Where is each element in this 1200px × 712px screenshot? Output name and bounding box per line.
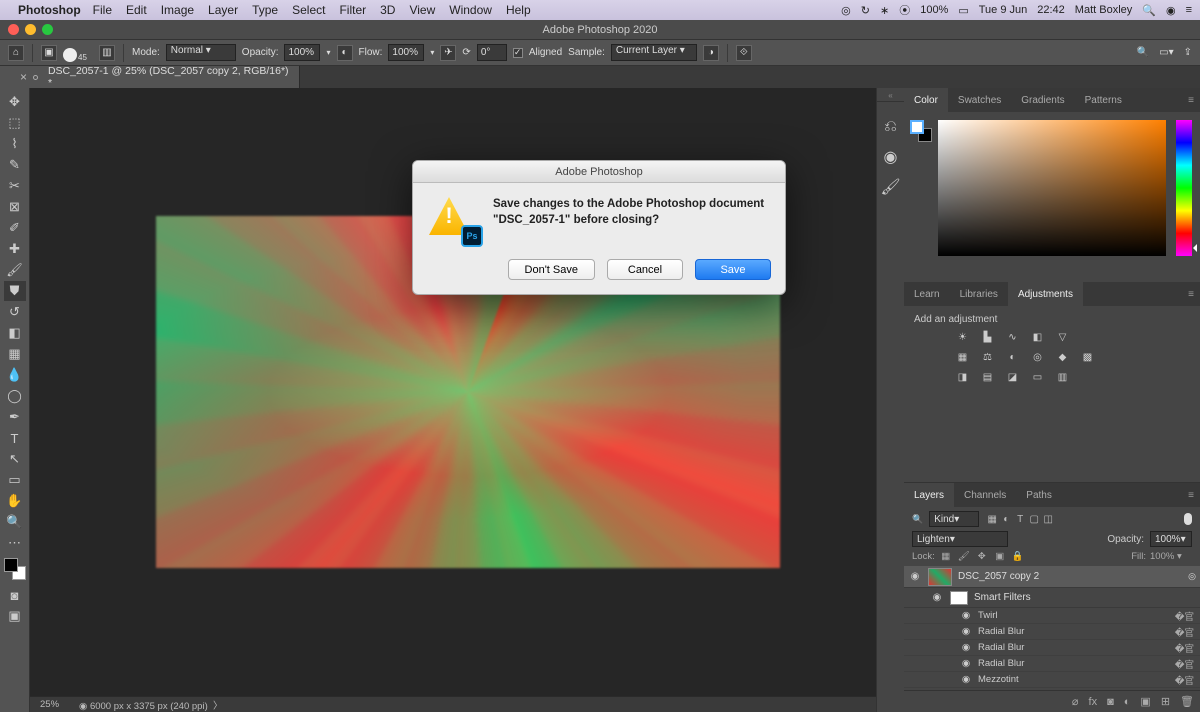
cancel-button[interactable]: Cancel (607, 259, 683, 280)
save-button[interactable]: Save (695, 259, 771, 280)
dialog-title: Adobe Photoshop (413, 161, 785, 183)
photoshop-badge-icon: Ps (461, 225, 483, 247)
dont-save-button[interactable]: Don't Save (508, 259, 595, 280)
dialog-message: Save changes to the Adobe Photoshop docu… (493, 197, 769, 243)
save-changes-dialog: Adobe Photoshop Ps Save changes to the A… (412, 160, 786, 295)
